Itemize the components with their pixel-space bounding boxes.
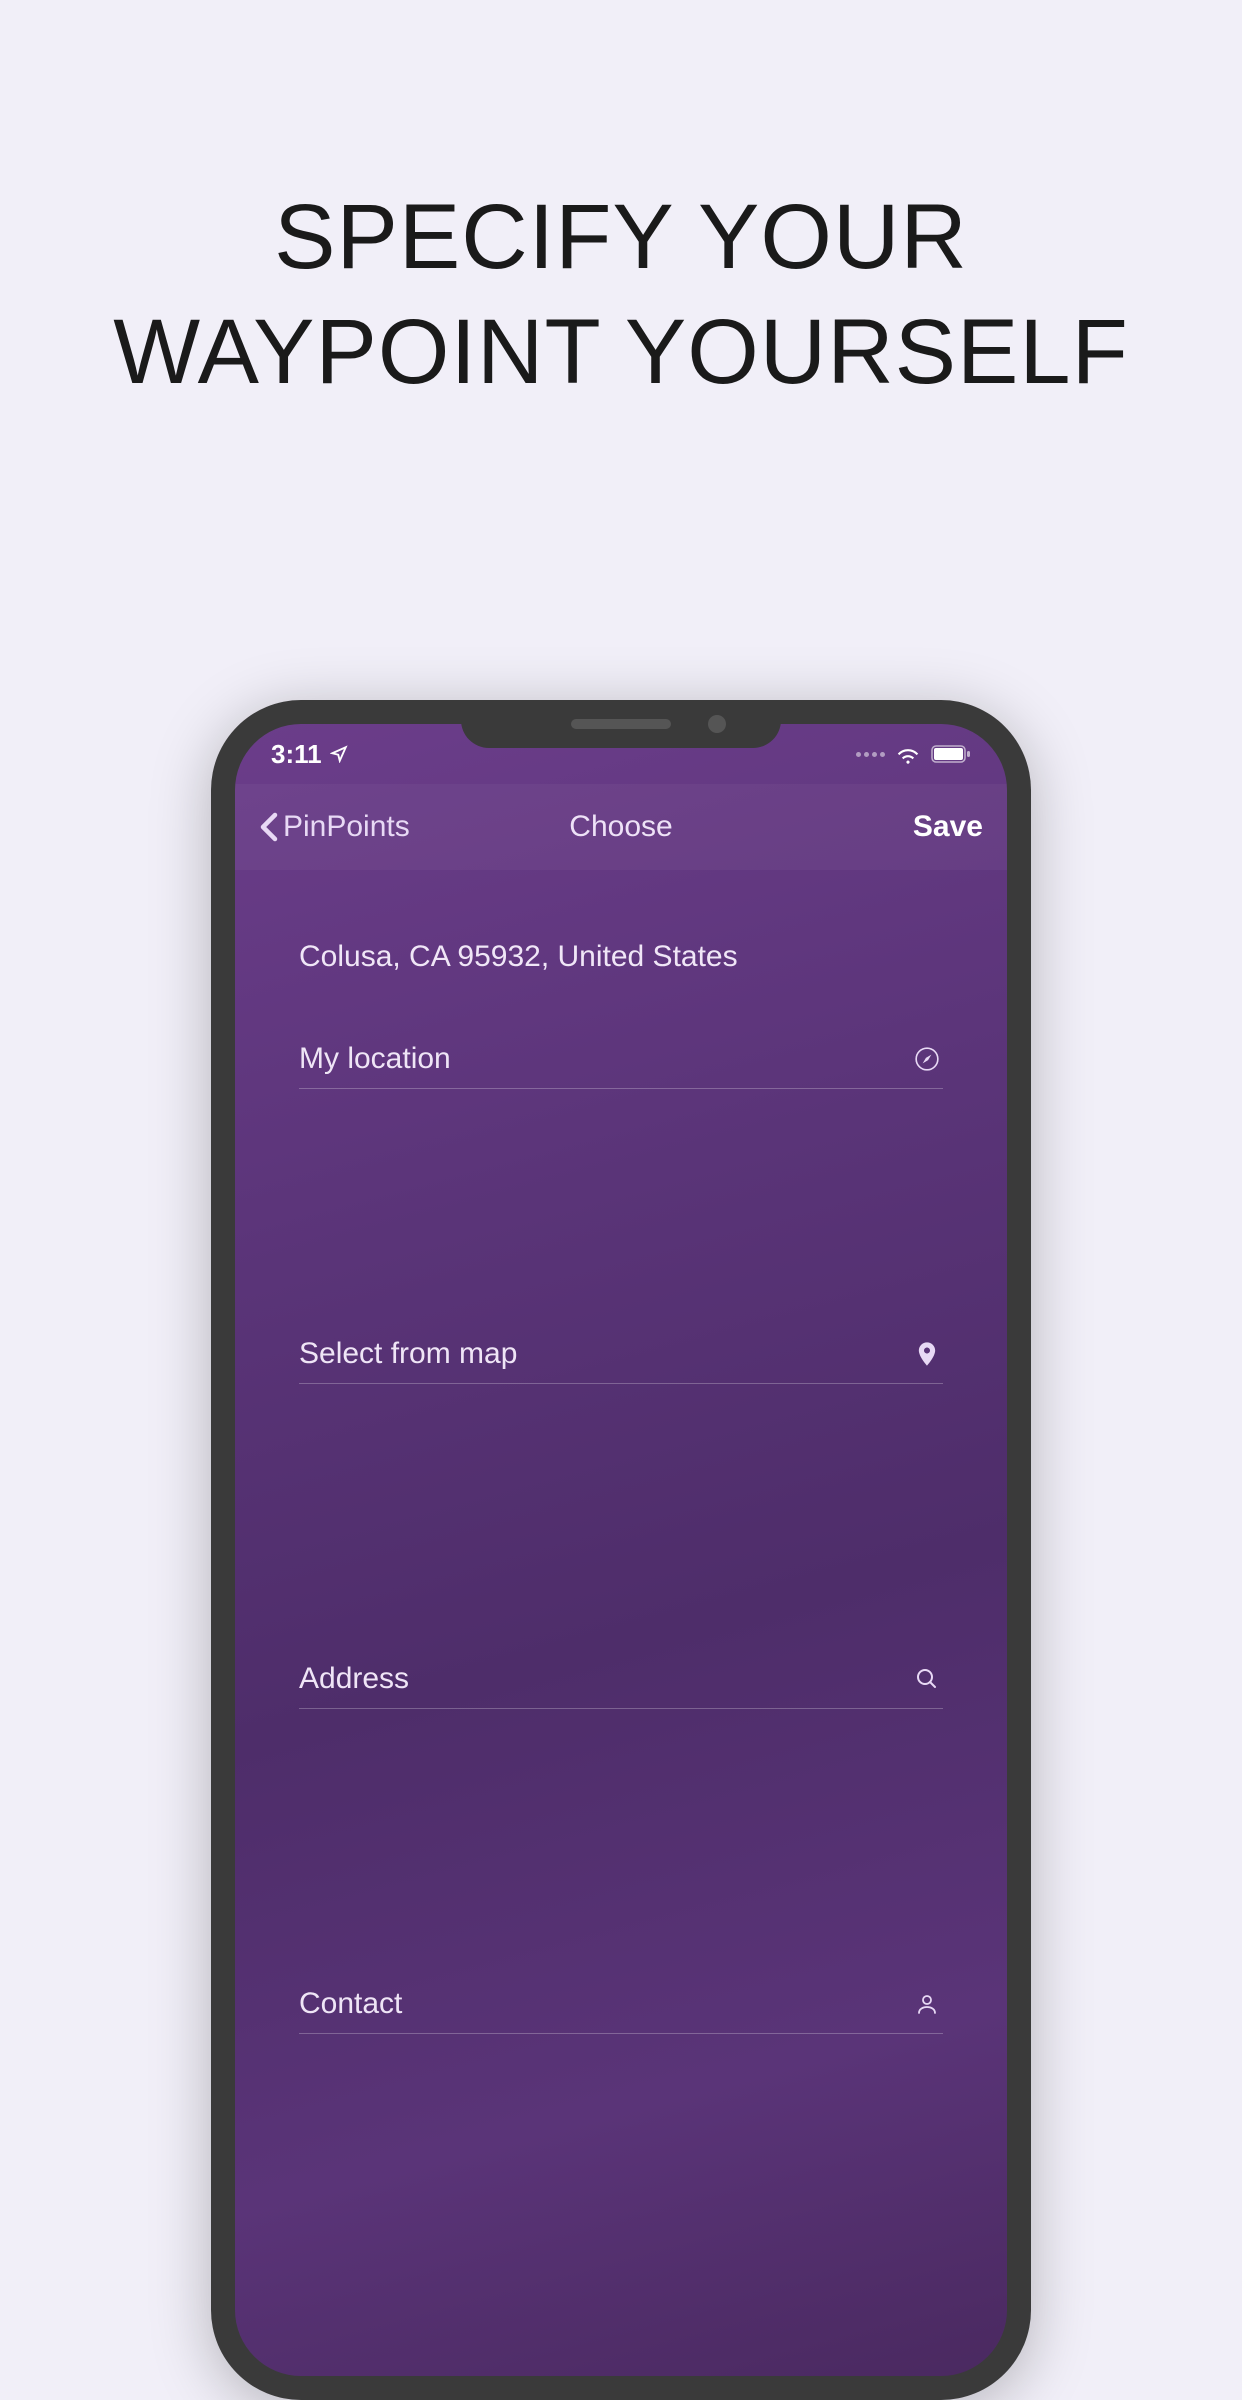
phone-mockup: 3:11 (211, 700, 1031, 2400)
chevron-left-icon (259, 812, 279, 842)
promo-headline: SPECIFY YOUR WAYPOINT YOURSELF (0, 180, 1242, 410)
status-time: 3:11 (271, 739, 322, 770)
select-from-map-label: Select from map (299, 1337, 517, 1371)
content-area: Colusa, CA 95932, United States My locat… (235, 870, 1007, 2034)
current-address-display: Colusa, CA 95932, United States (299, 870, 943, 1024)
contact-row[interactable]: Contact (299, 1969, 943, 2034)
address-label: Address (299, 1662, 409, 1696)
phone-notch (461, 700, 781, 748)
cellular-signal-icon (856, 752, 885, 757)
person-icon (911, 1988, 943, 2020)
wifi-icon (895, 744, 921, 764)
select-from-map-row[interactable]: Select from map (299, 1319, 943, 1384)
phone-screen: 3:11 (235, 724, 1007, 2376)
back-button[interactable]: PinPoints (259, 810, 410, 844)
phone-frame: 3:11 (211, 700, 1031, 2400)
address-row[interactable]: Address (299, 1644, 943, 1709)
battery-icon (931, 745, 971, 763)
save-button[interactable]: Save (913, 810, 983, 844)
current-address-text: Colusa, CA 95932, United States (299, 940, 943, 974)
map-pin-icon (911, 1338, 943, 1370)
search-icon (911, 1663, 943, 1695)
nav-bar: PinPoints Choose Save (235, 784, 1007, 870)
my-location-label: My location (299, 1042, 451, 1076)
nav-title: Choose (569, 810, 672, 844)
location-arrow-icon (330, 745, 348, 763)
my-location-row[interactable]: My location (299, 1024, 943, 1089)
back-label: PinPoints (283, 810, 410, 844)
compass-icon (911, 1043, 943, 1075)
contact-label: Contact (299, 1987, 402, 2021)
